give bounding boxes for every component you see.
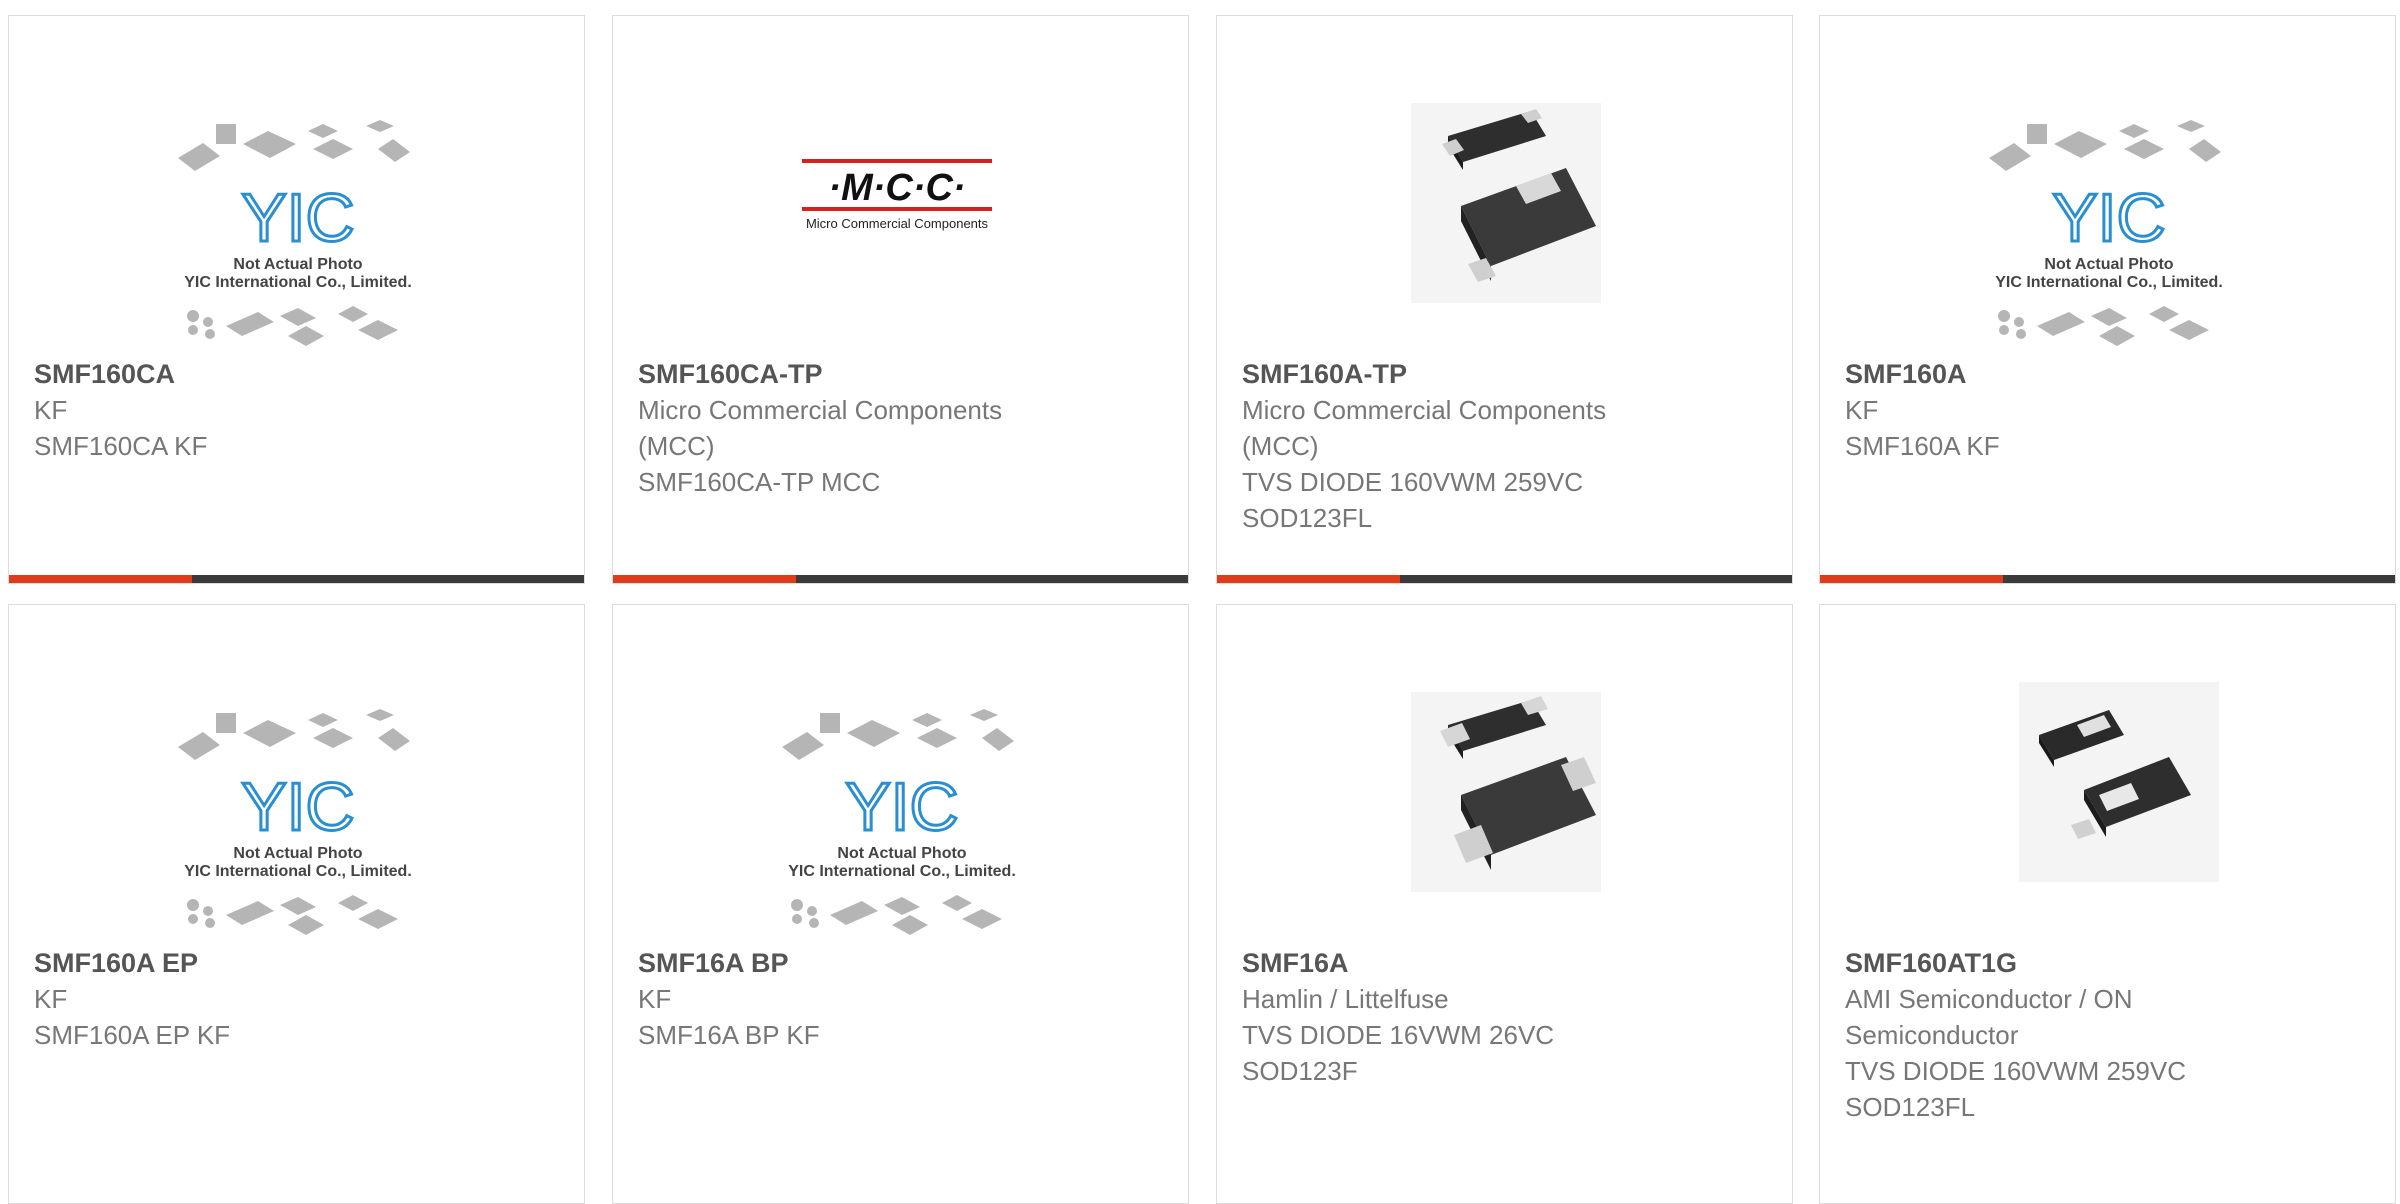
manufacturer: KF <box>1845 395 1879 425</box>
yic-placeholder-icon[interactable]: YIC Not Actual Photo YIC International C… <box>1820 76 2395 361</box>
mcc-logo-text: ·M·C·C· <box>828 167 965 209</box>
package: SOD123FL <box>1845 1092 1976 1122</box>
card-accent <box>613 575 796 583</box>
manufacturer: Hamlin / Littelfuse <box>1242 984 1449 1014</box>
part-number[interactable]: SMF160AT1G <box>1845 945 2375 981</box>
card-bottom-bar <box>1217 575 1792 583</box>
yic-brand-text: YIC <box>241 769 354 845</box>
product-card[interactable]: YIC Not Actual Photo YIC International C… <box>612 604 1189 1204</box>
product-card[interactable]: SMF160A-TP Micro Commercial Components (… <box>1216 15 1793 584</box>
card-accent <box>1217 575 1400 583</box>
product-card[interactable]: YIC Not Actual Photo YIC International C… <box>8 15 585 584</box>
product-info: SMF16A BP KF SMF16A BP KF <box>638 945 1168 1053</box>
yic-brand-text: YIC <box>845 769 958 845</box>
description: SMF16A BP KF <box>638 1020 820 1050</box>
diode-package-icon[interactable] <box>1217 665 1792 950</box>
part-number[interactable]: SMF160CA <box>34 356 564 392</box>
product-card[interactable]: SMF16A Hamlin / Littelfuse TVS DIODE 16V… <box>1216 604 1793 1204</box>
card-bottom-bar <box>1820 575 2395 583</box>
placeholder-line-1: Not Actual Photo <box>837 845 966 862</box>
product-info: SMF160CA-TP Micro Commercial Components … <box>638 356 1168 500</box>
product-info: SMF16A Hamlin / Littelfuse TVS DIODE 16V… <box>1242 945 1772 1089</box>
placeholder-line-1: Not Actual Photo <box>2044 256 2173 273</box>
part-number[interactable]: SMF160A-TP <box>1242 356 1772 392</box>
yic-placeholder-icon[interactable]: YIC Not Actual Photo YIC International C… <box>9 665 584 950</box>
yic-brand-text: YIC <box>241 180 354 256</box>
manufacturer-abbr: (MCC) <box>1242 431 1319 461</box>
card-bottom-bar <box>613 575 1188 583</box>
product-grid: YIC Not Actual Photo YIC International C… <box>0 0 2400 1204</box>
manufacturer: Micro Commercial Components <box>638 395 1003 425</box>
product-info: SMF160AT1G AMI Semiconductor / ON Semico… <box>1845 945 2375 1125</box>
product-card[interactable]: SMF160AT1G AMI Semiconductor / ON Semico… <box>1819 604 2396 1204</box>
manufacturer: KF <box>34 984 68 1014</box>
product-card[interactable]: ·M·C·C· Micro Commercial Components SMF1… <box>612 15 1189 584</box>
card-accent <box>1820 575 2003 583</box>
description: SMF160A KF <box>1845 431 2000 461</box>
placeholder-line-2: YIC International Co., Limited. <box>184 274 412 291</box>
product-info: SMF160A-TP Micro Commercial Components (… <box>1242 356 1772 536</box>
yic-placeholder-icon[interactable]: YIC Not Actual Photo YIC International C… <box>613 665 1188 950</box>
description: SMF160CA-TP MCC <box>638 467 881 497</box>
product-info: SMF160CA KF SMF160CA KF <box>34 356 564 464</box>
diode-package-icon[interactable] <box>1217 76 1792 361</box>
yic-placeholder-icon[interactable]: YIC Not Actual Photo YIC International C… <box>9 76 584 361</box>
placeholder-line-2: YIC International Co., Limited. <box>1995 274 2223 291</box>
manufacturer: KF <box>34 395 68 425</box>
product-card[interactable]: YIC Not Actual Photo YIC International C… <box>1819 15 2396 584</box>
manufacturer: Micro Commercial Components <box>1242 395 1607 425</box>
description: SMF160A EP KF <box>34 1020 231 1050</box>
mcc-logo[interactable]: ·M·C·C· Micro Commercial Components <box>613 76 1188 361</box>
diode-package-icon[interactable] <box>1820 665 2395 950</box>
placeholder-line-2: YIC International Co., Limited. <box>788 863 1016 880</box>
manufacturer-abbr: (MCC) <box>638 431 715 461</box>
product-info: SMF160A EP KF SMF160A EP KF <box>34 945 564 1053</box>
manufacturer: KF <box>638 984 672 1014</box>
description: TVS DIODE 160VWM 259VC <box>1845 1056 2186 1086</box>
part-number[interactable]: SMF160CA-TP <box>638 356 1168 392</box>
part-number[interactable]: SMF16A BP <box>638 945 1168 981</box>
part-number[interactable]: SMF160A <box>1845 356 2375 392</box>
part-number[interactable]: SMF160A EP <box>34 945 564 981</box>
placeholder-line-1: Not Actual Photo <box>233 845 362 862</box>
card-bottom-bar <box>9 575 584 583</box>
description: TVS DIODE 16VWM 26VC <box>1242 1020 1555 1050</box>
product-card[interactable]: YIC Not Actual Photo YIC International C… <box>8 604 585 1204</box>
package: SOD123F <box>1242 1056 1358 1086</box>
placeholder-line-1: Not Actual Photo <box>233 256 362 273</box>
description: SMF160CA KF <box>34 431 208 461</box>
yic-brand-text: YIC <box>2052 180 2165 256</box>
product-info: SMF160A KF SMF160A KF <box>1845 356 2375 464</box>
description: TVS DIODE 160VWM 259VC <box>1242 467 1583 497</box>
manufacturer-cont: Semiconductor <box>1845 1020 2019 1050</box>
package: SOD123FL <box>1242 503 1373 533</box>
card-accent <box>9 575 192 583</box>
manufacturer: AMI Semiconductor / ON <box>1845 984 2133 1014</box>
placeholder-line-2: YIC International Co., Limited. <box>184 863 412 880</box>
part-number[interactable]: SMF16A <box>1242 945 1772 981</box>
mcc-tagline: Micro Commercial Components <box>805 216 988 231</box>
